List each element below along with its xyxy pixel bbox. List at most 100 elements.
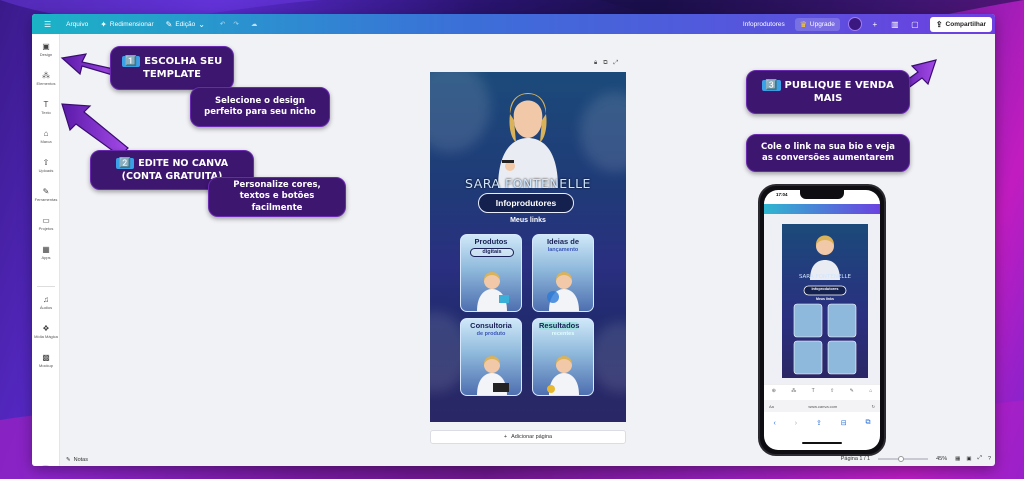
- phone-upload-icon[interactable]: ⇧: [830, 388, 834, 394]
- project-name[interactable]: Infoprodutores: [743, 21, 785, 28]
- upgrade-button[interactable]: ♛ Upgrade: [794, 17, 840, 31]
- menu-button[interactable]: ☰: [44, 20, 54, 29]
- expand-icon[interactable]: ⤢: [614, 60, 619, 67]
- link-card-products[interactable]: Produtos digitais: [460, 234, 522, 312]
- redo-button[interactable]: ↷: [233, 20, 238, 28]
- fullscreen-icon[interactable]: ⤢: [978, 455, 982, 462]
- sidebar-item-mockup[interactable]: ▩ Mockup: [32, 353, 60, 368]
- add-member-button[interactable]: +: [868, 17, 882, 31]
- link-card-results[interactable]: Resultados recentes: [532, 318, 594, 396]
- sidebar-label: Apps: [41, 255, 51, 260]
- phone-toolbar: ⊕ ⁂ T ⇧ ✎ ⌂: [764, 384, 880, 396]
- edit-menu[interactable]: ✎ Edição ⌄: [166, 20, 208, 29]
- phone-url-bar[interactable]: Aa www.canva.com ↻: [764, 400, 880, 412]
- cloud-save-button[interactable]: ☁: [251, 20, 258, 28]
- profile-name[interactable]: SARA FONTENELLE: [430, 176, 626, 191]
- resize-button[interactable]: ✦ Redimensionar: [100, 20, 153, 29]
- card-subtitle: de produto: [476, 331, 506, 337]
- duplicate-icon[interactable]: ⧉: [603, 60, 607, 67]
- magic-media-icon: ❖: [42, 324, 50, 333]
- step3-number: 3️⃣: [762, 80, 781, 91]
- sidebar-item-design[interactable]: ▣ Design: [32, 42, 60, 57]
- layout-icon: ▣: [42, 42, 50, 51]
- card-title: Resultados: [539, 321, 580, 330]
- person-figure: [547, 272, 579, 311]
- step3-title: PUBLIQUE E VENDA MAIS: [784, 80, 894, 104]
- comments-button[interactable]: ▢: [908, 17, 922, 31]
- smoke-decoration: [430, 72, 490, 152]
- notes-button[interactable]: ✎ Notas: [66, 457, 88, 463]
- folder-icon: ▭: [42, 216, 50, 225]
- notes-icon: ✎: [66, 457, 71, 463]
- sidebar-item-text[interactable]: T Texto: [32, 100, 60, 115]
- phone-text-icon[interactable]: T: [812, 388, 815, 394]
- add-page-label: Adicionar página: [511, 434, 553, 440]
- undo-icon: ↶: [219, 21, 226, 28]
- edit-label: Edição: [175, 20, 196, 28]
- links-title[interactable]: Meus links: [430, 217, 626, 224]
- phone-add-icon[interactable]: ⊕: [772, 388, 776, 394]
- file-menu[interactable]: Arquivo: [66, 21, 88, 28]
- sidebar-item-apps[interactable]: ▦ Apps: [32, 245, 60, 260]
- plus-icon: +: [503, 434, 508, 440]
- design-canvas[interactable]: SARA FONTENELLE Infoprodutores Meus link…: [430, 72, 626, 422]
- card-title: Produtos: [474, 237, 508, 246]
- card-subtitle: lançamento: [547, 247, 579, 253]
- link-card-consulting[interactable]: Consultoria de produto: [460, 318, 522, 396]
- reload-icon[interactable]: ↻: [872, 404, 875, 409]
- music-icon: ♫: [43, 295, 49, 304]
- sidebar-item-tools[interactable]: ✎ Ferramentas: [32, 187, 60, 202]
- comment-icon: ▢: [911, 19, 919, 29]
- step1-callout: 1️⃣ ESCOLHA SEU TEMPLATE: [110, 46, 234, 90]
- profile-pill[interactable]: Infoprodutores: [478, 193, 574, 213]
- sidebar-item-elements[interactable]: ⁂ Elementos: [32, 71, 60, 86]
- share-button[interactable]: ⇪ Compartilhar: [929, 16, 992, 32]
- apps-icon: ▦: [42, 245, 50, 254]
- sidebar-item-audio[interactable]: ♫ Áudios: [32, 295, 60, 310]
- page-indicator[interactable]: Página 1 / 1: [841, 456, 870, 462]
- sidebar-item-uploads[interactable]: ⇧ Uploads: [32, 158, 60, 173]
- zoom-slider-knob[interactable]: [898, 455, 905, 462]
- zoom-level[interactable]: 45%: [936, 456, 947, 462]
- magic-assistant-button[interactable]: ✦: [37, 465, 54, 466]
- phone-shapes-icon[interactable]: ⁂: [791, 388, 796, 394]
- upgrade-label: Upgrade: [809, 20, 835, 28]
- shapes-icon: ⁂: [42, 71, 50, 80]
- phone-links-title: Meus links: [816, 297, 834, 301]
- sidebar-label: Uploads: [38, 168, 54, 173]
- top-bar: ☰ Arquivo ✦ Redimensionar ✎ Edição ⌄ ↶ ↷ ☁ …: [32, 14, 995, 34]
- sidebar-item-magic-media[interactable]: ❖ Mídia Mágica: [32, 324, 60, 339]
- link-card-launch-ideas[interactable]: Ideias de lançamento: [532, 234, 594, 312]
- step1-description: Selecione o design perfeito para seu nic…: [190, 87, 330, 127]
- share-icon[interactable]: ⇪: [816, 419, 822, 427]
- sidebar-item-projects[interactable]: ▭ Projetos: [32, 216, 60, 231]
- phone-brand-icon[interactable]: ⌂: [869, 388, 872, 394]
- add-page-button[interactable]: + Adicionar página: [430, 430, 626, 444]
- undo-button[interactable]: ↶: [220, 20, 225, 28]
- share-icon: ⇪: [935, 19, 943, 29]
- zoom-slider[interactable]: [878, 455, 929, 462]
- sidebar-label: Mídia Mágica: [34, 334, 58, 339]
- sidebar-label: Texto: [41, 110, 51, 115]
- grid-view-icon[interactable]: ▦: [955, 456, 960, 462]
- pages-icon[interactable]: ▣: [966, 456, 971, 462]
- card-subtitle: digitais: [470, 248, 514, 257]
- help-icon[interactable]: ?: [988, 456, 991, 462]
- phone-mockup: 17:04 SARA FONTENELLE Infoprodutores Meu…: [758, 184, 886, 456]
- avatar[interactable]: [847, 17, 862, 31]
- sidebar-item-brand[interactable]: ⌂ Marca: [32, 129, 60, 144]
- text-size-icon[interactable]: Aa: [769, 404, 774, 409]
- phone-time: 17:04: [776, 192, 788, 197]
- lock-icon[interactable]: 🔒︎: [594, 60, 597, 67]
- phone-draw-icon[interactable]: ✎: [850, 388, 854, 394]
- resize-label: Redimensionar: [109, 20, 154, 28]
- tabs-icon[interactable]: ⧉: [866, 419, 871, 427]
- forward-icon[interactable]: ›: [795, 420, 797, 427]
- step3-callout: 3️⃣ PUBLIQUE E VENDA MAIS: [746, 70, 910, 114]
- person-figure: [547, 356, 579, 395]
- phone-app-bar: [764, 204, 880, 214]
- back-icon[interactable]: ‹: [773, 420, 775, 427]
- bookmarks-icon[interactable]: ⊟: [841, 419, 847, 427]
- analytics-button[interactable]: ▥: [888, 17, 902, 31]
- phone-canvas: SARA FONTENELLE Infoprodutores Meus link…: [764, 214, 880, 384]
